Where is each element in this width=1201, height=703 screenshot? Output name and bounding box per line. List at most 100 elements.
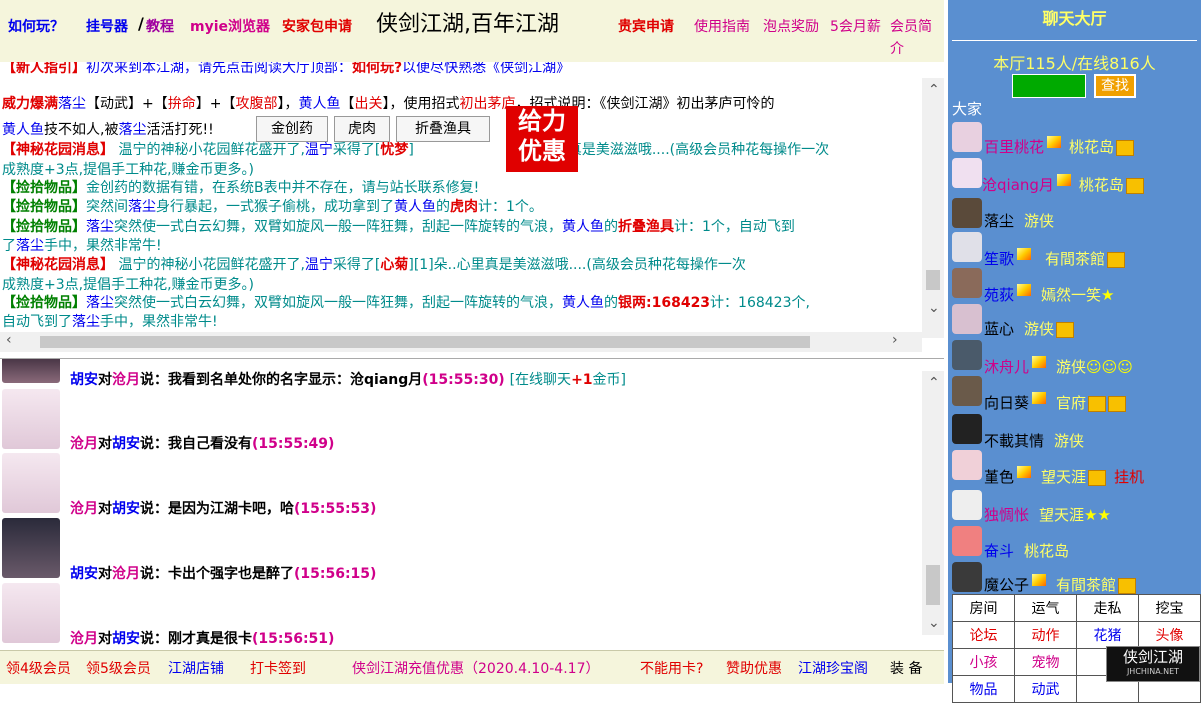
popup-item-jinchuangyao-button[interactable]: 金创药 [256,116,328,142]
link-shop[interactable]: 江湖店铺 [168,658,224,678]
scroll-down-icon[interactable]: ⌄ [928,300,940,316]
avatar [952,232,982,262]
cmd-pet[interactable]: 宠物 [1014,648,1077,676]
cmd-dig[interactable]: 挖宝 [1138,594,1201,622]
cmd-pig[interactable]: 花猪 [1076,621,1139,649]
scroll-thumb[interactable] [926,565,940,605]
chat-message-pane: 胡安对沧月说：我看到名单处你的名字显示：沧qiang月(15:55:30) [在… [0,358,944,651]
cmd-avatar[interactable]: 头像 [1138,621,1201,649]
link-member-intro[interactable]: 会员简介 [890,16,940,60]
link-guide[interactable]: 使用指南 [694,16,750,36]
vip-icon [1108,395,1127,412]
scroll-down-icon[interactable]: ⌄ [928,615,940,631]
link-hanghaoqi[interactable]: 挂号器 [86,16,128,36]
avatar [952,376,982,406]
link-sponsor[interactable]: 赞助优惠 [726,658,782,678]
popup-item-fishing-gear-button[interactable]: 折叠渔具 [396,116,490,142]
avatar [2,518,60,578]
sys-horizontal-scrollbar[interactable]: ‹ › [0,332,922,352]
user-list: 百里桃花 桃花岛 沧qiang月 桃花岛 落尘 游侠 笙歌 有間茶館 苑荻 嫣然一笑★ 蓝… [948,120,1201,594]
link-treasure[interactable]: 江湖珍宝阁 [798,658,868,678]
msg-pickup-gear-cont: 了落尘手中，果然非常牛! [2,238,162,254]
vip-icon [1056,321,1075,338]
link-anjia-apply[interactable]: 安家包申请 [282,16,352,36]
promo-badge[interactable]: 给力 优惠 [506,106,578,172]
search-button[interactable]: 查找 [1094,74,1136,98]
msg-garden-2: 【神秘花园消息】 温宁的神秘小花园鲜花盛开了,温宁采得了[心菊][1]朵..心里… [2,257,746,273]
sys-vertical-scrollbar[interactable]: ⌃ ⌄ [922,78,944,338]
msg-garden-2-cont: 成熟度+3点,提倡手工种花,赚金币更多。) [2,277,254,293]
user-list-panel: 聊天大厅 本厅115人/在线816人 查找 大家 百里桃花 桃花岛 沧qiang月… [948,0,1201,683]
vip-icon [1125,177,1144,194]
user-item[interactable]: 堇色 望天涯 挂机 [984,466,1144,487]
user-item[interactable]: 沐舟儿 游侠☺☺☺ [984,356,1133,377]
avatar [952,340,982,370]
promo-line2: 优惠 [518,137,566,165]
page-title: 侠剑江湖,百年江湖 [376,12,559,37]
scroll-left-icon[interactable]: ‹ [6,332,12,348]
cmd-fight[interactable]: 动武 [1014,675,1077,703]
cmd-child[interactable]: 小孩 [952,648,1015,676]
msg-newbie-guide: 【新人指引】初次来到本江湖，请先点击阅读大厅顶部：如何玩?以便尽快熟悉《侠剑江湖… [2,62,571,76]
rabbit-avatar [952,490,982,520]
gem-icon [1047,136,1062,148]
link-recharge-promo[interactable]: 侠剑江湖充值优惠（2020.4.10-4.17） [352,658,599,678]
hall-title: 聊天大厅 [1042,9,1107,28]
link-level5-member[interactable]: 领5级会员 [86,658,151,678]
user-item[interactable]: 落尘 游侠 [984,210,1054,231]
link-browser[interactable]: myie浏览器 [190,16,270,36]
online-stats: 本厅115人/在线816人 [993,54,1156,73]
msg-pickup-silver-cont: 自动飞到了落尘手中，果然非常牛! [2,314,218,330]
user-item[interactable]: 百里桃花 桃花岛 [984,136,1135,157]
popup-item-hurou-button[interactable]: 虎肉 [334,116,390,142]
scroll-up-icon[interactable]: ⌃ [928,82,940,98]
scroll-thumb[interactable] [926,270,940,290]
separator-slash: / [138,14,144,33]
user-item[interactable]: 笙歌 有間茶館 [984,248,1126,269]
user-item[interactable]: 不載其情 游侠 [984,430,1084,451]
cmd-smuggle[interactable]: 走私 [1076,594,1139,622]
user-item[interactable]: 魔公子 有間茶館 [984,574,1137,595]
vip-icon [1107,251,1126,268]
gem-icon [1017,466,1032,478]
link-salary[interactable]: 5会月薪 [830,16,881,36]
vip-icon [1116,139,1135,156]
user-item[interactable]: 苑荻 嫣然一笑★ [984,284,1114,305]
chat-line: 沧月对胡安说：刚才真是很卡(15:56:51) [70,631,335,647]
gem-icon [1032,392,1047,404]
chat-line: 沧月对胡安说：是因为江湖卡吧，哈(15:55:53) [70,501,377,517]
link-checkin[interactable]: 打卡签到 [250,658,306,678]
star-icon: ★ [1101,286,1115,304]
cmd-items[interactable]: 物品 [952,675,1015,703]
link-card-help[interactable]: 不能用卡? [640,658,703,678]
user-item[interactable]: 沧qiang月 桃花岛 [954,174,1144,195]
msg-pickup-gear: 【捡拾物品】落尘突然使一式白云幻舞，双臂如旋风一般一阵狂舞，刮起一阵旋转的气浪，… [2,219,795,235]
flower-avatar [952,526,982,556]
link-equipment[interactable]: 装 备 [890,658,922,678]
link-vip-apply[interactable]: 贵宾申请 [618,16,674,36]
link-tutorial[interactable]: 教程 [146,16,174,36]
search-input[interactable] [1012,74,1086,98]
cmd-luck[interactable]: 运气 [1014,594,1077,622]
chat-vertical-scrollbar[interactable]: ⌃ ⌄ [922,371,944,635]
divider [952,40,1197,41]
penguin-avatar [952,414,982,444]
link-bubble-reward[interactable]: 泡点奖励 [763,16,819,36]
msg-fight-result: 黄人鱼技不如人,被落尘活活打死!! [2,122,214,138]
user-item[interactable]: 向日葵 官府 [984,392,1127,413]
cmd-room[interactable]: 房间 [952,594,1015,622]
link-level4-member[interactable]: 领4级会员 [6,658,71,678]
cmd-action[interactable]: 动作 [1014,621,1077,649]
link-how-to-play[interactable]: 如何玩？ [8,16,64,36]
avatar [2,583,60,643]
scroll-up-icon[interactable]: ⌃ [928,375,940,391]
hscroll-thumb[interactable] [40,336,810,348]
user-item[interactable]: 奋斗 桃花岛 [984,540,1069,561]
cmd-forum[interactable]: 论坛 [952,621,1015,649]
user-item[interactable]: 蓝心 游侠 [984,318,1075,339]
scroll-right-icon[interactable]: › [892,332,898,348]
avatar [952,562,982,592]
user-item[interactable]: 独惆怅 望天涯★★ [984,504,1111,525]
chat-line: 胡安对沧月说：我看到名单处你的名字显示：沧qiang月(15:55:30) [在… [70,372,627,388]
msg-fight: 威力爆满落尘【动武】+【拚命】+【攻腹部】，黄人鱼【出关】，使用招式初出茅庐，招… [2,96,775,112]
